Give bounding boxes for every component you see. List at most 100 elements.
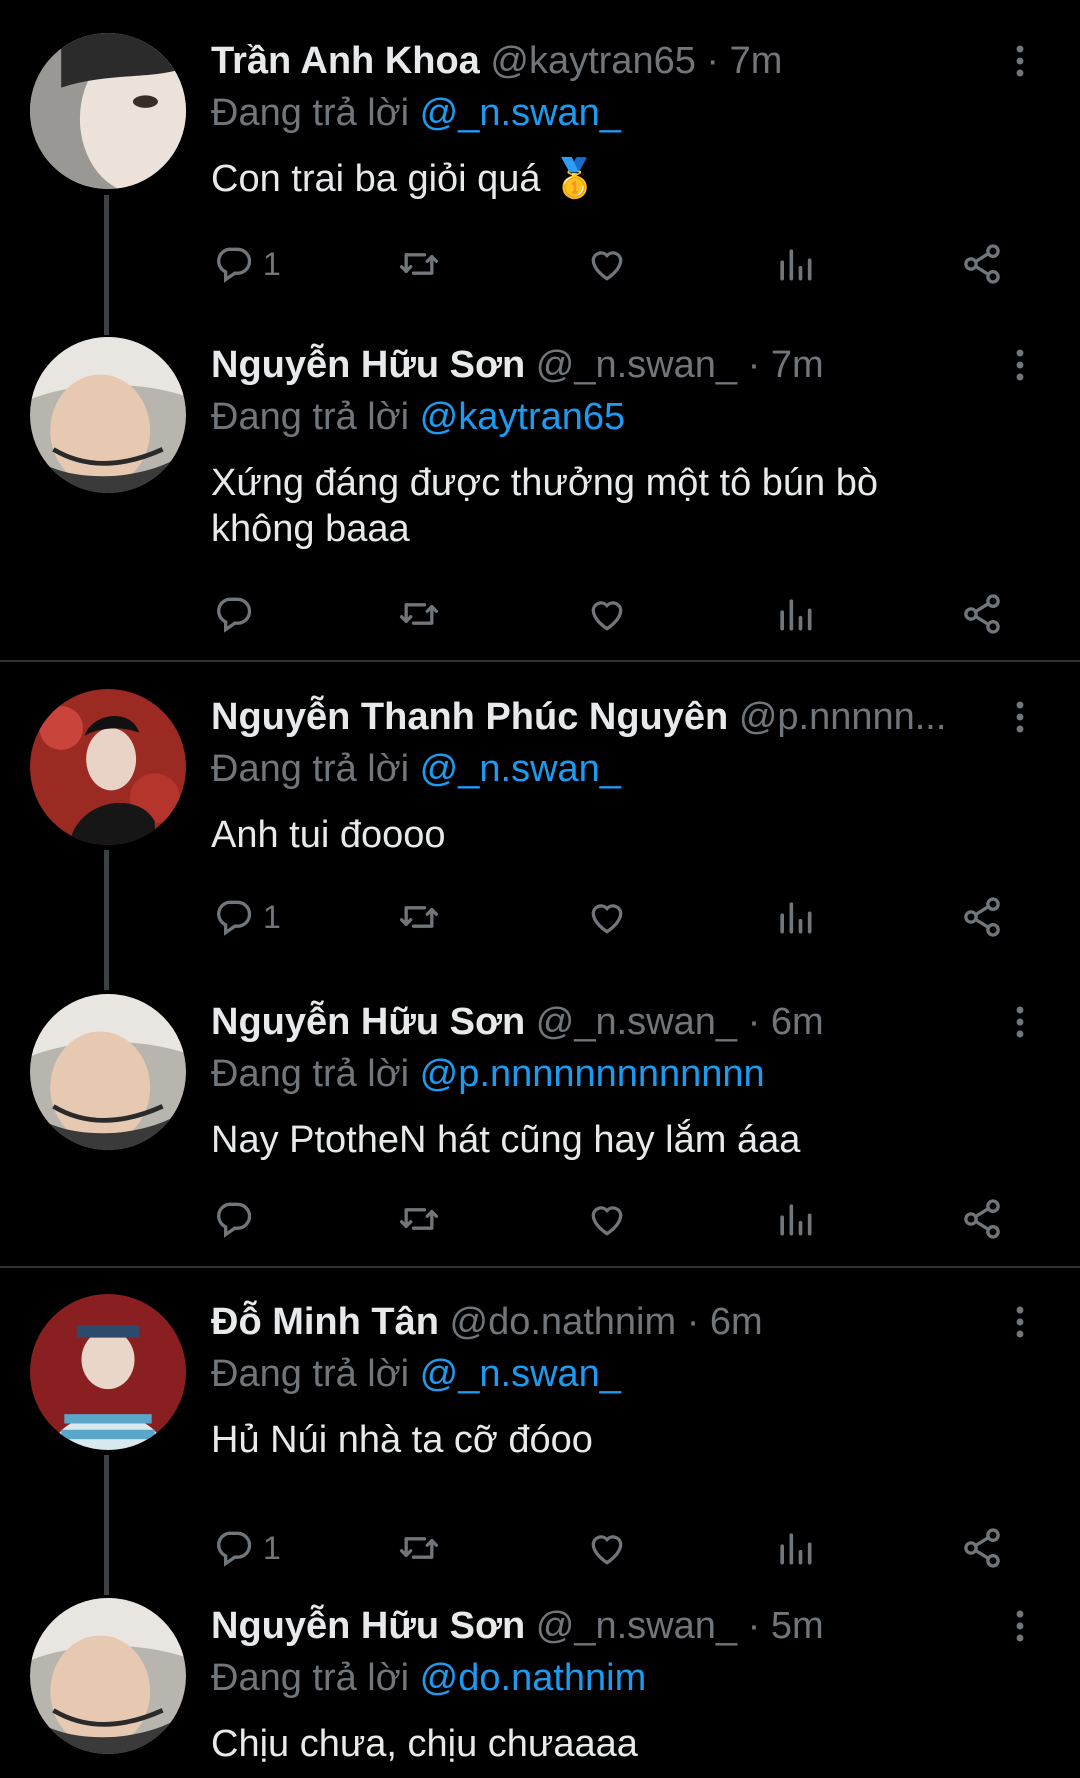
like-button[interactable]	[585, 1194, 629, 1244]
like-button[interactable]	[585, 892, 629, 942]
tweet-text: Hủ Núi nhà ta cỡ đóoo	[211, 1419, 593, 1461]
tweet-text: Con trai ba giỏi quá 🥇	[211, 158, 599, 200]
share-button[interactable]	[960, 1194, 1004, 1244]
avatar[interactable]	[30, 689, 186, 845]
share-button[interactable]	[960, 589, 1004, 639]
more-menu-button[interactable]	[1000, 1604, 1040, 1648]
reply-icon	[211, 242, 255, 286]
action-bar	[211, 1194, 1011, 1244]
like-icon	[585, 895, 629, 939]
tweet-header: Nguyễn Hữu Sơn @_n.swan_ · 7m	[211, 342, 1010, 388]
display-name[interactable]: Nguyễn Thanh Phúc Nguyên	[211, 696, 728, 738]
mention-link[interactable]: @p.nnnnnnnnnnnnn	[420, 1053, 765, 1095]
avatar[interactable]	[30, 33, 186, 189]
share-icon	[960, 1197, 1004, 1241]
avatar[interactable]	[30, 1294, 186, 1450]
replying-label: Đang trả lời	[211, 396, 410, 438]
share-icon	[960, 1526, 1004, 1570]
replying-label: Đang trả lời	[211, 1657, 410, 1699]
views-icon	[773, 1197, 817, 1241]
reply-button[interactable]: 1	[211, 892, 281, 942]
retweet-button[interactable]	[397, 1523, 441, 1573]
tweet[interactable]: Nguyễn Thanh Phúc Nguyên @p.nnnnn... Đan…	[0, 662, 1080, 982]
reply-button[interactable]	[211, 589, 263, 639]
timestamp[interactable]: 7m	[771, 344, 824, 386]
timestamp[interactable]: 7m	[730, 40, 783, 82]
action-bar: 1	[211, 1523, 1011, 1573]
user-handle[interactable]: @do.nathnim	[450, 1301, 677, 1343]
reply-button[interactable]: 1	[211, 1523, 281, 1573]
mention-link[interactable]: @_n.swan_	[420, 748, 621, 790]
mention-link[interactable]: @_n.swan_	[420, 92, 621, 134]
views-button[interactable]	[773, 892, 817, 942]
views-icon	[773, 592, 817, 636]
tweet-header: Nguyễn Hữu Sơn @_n.swan_ · 5m	[211, 1603, 1010, 1649]
timestamp[interactable]: 5m	[771, 1605, 824, 1647]
tweet-header: Đỗ Minh Tân @do.nathnim · 6m	[211, 1299, 1010, 1345]
like-icon	[585, 592, 629, 636]
more-menu-button[interactable]	[1000, 343, 1040, 387]
views-button[interactable]	[773, 239, 817, 289]
user-handle[interactable]: @kaytran65	[490, 40, 695, 82]
avatar[interactable]	[30, 337, 186, 493]
display-name[interactable]: Nguyễn Hữu Sơn	[211, 1605, 525, 1647]
share-icon	[960, 242, 1004, 286]
share-button[interactable]	[960, 239, 1004, 289]
like-button[interactable]	[585, 239, 629, 289]
display-name[interactable]: Trần Anh Khoa	[211, 40, 480, 82]
tweet[interactable]: Nguyễn Hữu Sơn @_n.swan_ · 5m Đang trả l…	[0, 1588, 1080, 1778]
more-vertical-icon	[1002, 697, 1038, 737]
avatar[interactable]	[30, 1598, 186, 1754]
tweet-header: Nguyễn Thanh Phúc Nguyên @p.nnnnn...	[211, 694, 1010, 740]
retweet-button[interactable]	[397, 892, 441, 942]
avatar[interactable]	[30, 994, 186, 1150]
mention-link[interactable]: @kaytran65	[420, 396, 625, 438]
more-menu-button[interactable]	[1000, 1300, 1040, 1344]
display-name[interactable]: Đỗ Minh Tân	[211, 1301, 439, 1343]
replying-to: Đang trả lời @_n.swan_	[211, 90, 621, 136]
like-button[interactable]	[585, 1523, 629, 1573]
mention-link[interactable]: @do.nathnim	[420, 1657, 647, 1699]
timestamp[interactable]: 6m	[710, 1301, 763, 1343]
views-button[interactable]	[773, 589, 817, 639]
mention-link[interactable]: @_n.swan_	[420, 1353, 621, 1395]
more-menu-button[interactable]	[1000, 695, 1040, 739]
views-button[interactable]	[773, 1194, 817, 1244]
tweet-header: Nguyễn Hữu Sơn @_n.swan_ · 6m	[211, 999, 1010, 1045]
display-name[interactable]: Nguyễn Hữu Sơn	[211, 344, 525, 386]
separator-dot: ·	[686, 1301, 700, 1343]
user-handle[interactable]: @_n.swan_	[536, 1605, 737, 1647]
like-icon	[585, 1197, 629, 1241]
tweet[interactable]: Trần Anh Khoa @kaytran65 · 7m Đang trả l…	[0, 0, 1080, 330]
user-handle[interactable]: @_n.swan_	[536, 344, 737, 386]
more-menu-button[interactable]	[1000, 1000, 1040, 1044]
tweet-text: Xứng đáng được thưởng một tô bún bò khôn…	[211, 462, 879, 550]
tweet[interactable]: Nguyễn Hữu Sơn @_n.swan_ · 7m Đang trả l…	[0, 330, 1080, 660]
action-bar: 1	[211, 892, 1011, 942]
display-name[interactable]: Nguyễn Hữu Sơn	[211, 1001, 525, 1043]
retweet-button[interactable]	[397, 239, 441, 289]
like-icon	[585, 242, 629, 286]
views-button[interactable]	[773, 1523, 817, 1573]
retweet-button[interactable]	[397, 1194, 441, 1244]
share-button[interactable]	[960, 892, 1004, 942]
tweet-text: Chịu chưa, chịu chưaaaa	[211, 1723, 638, 1765]
share-icon	[960, 592, 1004, 636]
tweet[interactable]: Nguyễn Hữu Sơn @_n.swan_ · 6m Đang trả l…	[0, 982, 1080, 1266]
replying-to: Đang trả lời @do.nathnim	[211, 1655, 646, 1701]
more-vertical-icon	[1002, 41, 1038, 81]
retweet-button[interactable]	[397, 589, 441, 639]
like-button[interactable]	[585, 589, 629, 639]
user-handle[interactable]: @p.nnnnn...	[739, 696, 947, 738]
timestamp[interactable]: 6m	[771, 1001, 824, 1043]
more-menu-button[interactable]	[1000, 39, 1040, 83]
reply-button[interactable]: 1	[211, 239, 281, 289]
user-handle[interactable]: @_n.swan_	[536, 1001, 737, 1043]
reply-count: 1	[263, 1529, 281, 1566]
views-icon	[773, 242, 817, 286]
tweet-header: Trần Anh Khoa @kaytran65 · 7m	[211, 38, 1010, 84]
tweet[interactable]: Đỗ Minh Tân @do.nathnim · 6m Đang trả lờ…	[0, 1268, 1080, 1588]
reply-button[interactable]	[211, 1194, 263, 1244]
reply-icon	[211, 1526, 255, 1570]
share-button[interactable]	[960, 1523, 1004, 1573]
